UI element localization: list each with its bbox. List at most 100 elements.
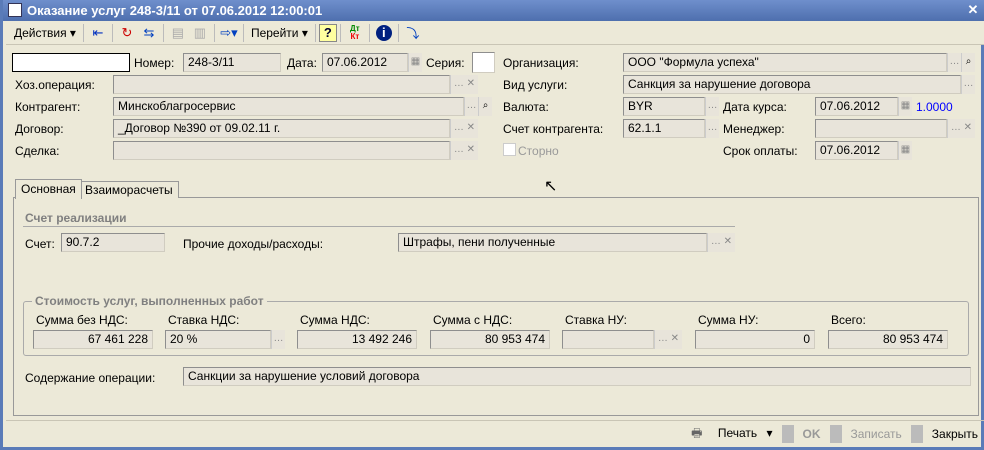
tab-main[interactable]: Основная <box>15 179 82 199</box>
search-icon[interactable]: ⌕ <box>478 97 492 116</box>
divider <box>111 23 113 42</box>
print-button[interactable]: 🖶 Печать ▾ <box>679 424 778 445</box>
actions-menu[interactable]: Действия ▾ <box>10 23 80 43</box>
series-label: Серия: <box>426 56 465 70</box>
deal-field[interactable] <box>113 141 450 160</box>
operation-select-button[interactable]: … ✕ <box>450 75 478 94</box>
cost-column-label: Сумма НУ: <box>698 313 759 327</box>
save-button[interactable]: Записать <box>845 427 908 441</box>
cost-column-field[interactable]: 20 % <box>165 330 271 349</box>
other-select-button[interactable]: … ✕ <box>707 233 735 252</box>
close-window-button[interactable]: ✕ <box>965 2 981 18</box>
printer-icon: 🖶 <box>691 425 703 440</box>
select-button[interactable]: … ✕ <box>654 330 682 349</box>
info-icon[interactable]: i <box>373 23 395 43</box>
series-field[interactable] <box>472 52 495 73</box>
search-icon[interactable]: ⌕ <box>961 53 975 72</box>
org-field[interactable]: ООО "Формула успеха" <box>623 53 947 72</box>
document-exchange-icon[interactable]: ⇆ <box>138 23 160 43</box>
calendar-icon[interactable]: ▦ <box>898 141 912 160</box>
number-label: Номер: <box>134 56 175 70</box>
counterparty-select-button[interactable]: … <box>464 97 478 116</box>
sales-section-title: Счет реализации <box>22 211 130 225</box>
divider <box>314 23 316 42</box>
storno-label: Сторно <box>518 144 559 158</box>
number-field[interactable]: 248-3/11 <box>183 53 281 72</box>
cost-column-field[interactable]: 67 461 228 <box>33 330 153 349</box>
rate-link[interactable]: 1.0000 <box>916 100 953 114</box>
date-field[interactable]: 07.06.2012 <box>322 53 408 72</box>
account-select-button[interactable]: … <box>705 119 719 138</box>
document-left-arrow-icon[interactable]: ⇤ <box>87 23 109 43</box>
deal-label: Сделка: <box>15 144 60 158</box>
refresh-icon[interactable]: ↻ <box>116 23 138 43</box>
service-label: Вид услуги: <box>503 78 568 92</box>
calendar-icon[interactable]: ▦ <box>408 53 422 72</box>
due-field[interactable]: 07.06.2012 <box>815 141 898 160</box>
cost-column-label: Ставка НДС: <box>168 313 240 327</box>
cost-column-label: Сумма с НДС: <box>433 313 513 327</box>
counterparty-label: Контрагент: <box>15 100 81 114</box>
cost-column-label: Сумма без НДС: <box>36 313 128 327</box>
storno-checkbox[interactable] <box>503 143 516 156</box>
contract-label: Договор: <box>15 122 64 136</box>
close-button[interactable]: Закрыть <box>926 427 984 441</box>
help-icon[interactable]: ? <box>318 23 337 42</box>
service-select-button[interactable]: … <box>961 75 975 94</box>
currency-select-button[interactable]: … <box>705 97 719 116</box>
rate-date-field[interactable]: 07.06.2012 <box>815 97 898 116</box>
divider <box>339 23 341 42</box>
divider <box>213 23 215 42</box>
divider <box>829 425 842 443</box>
toolbar: Действия ▾ ⇤ ↻ ⇆ ▤ ▥ ⇨▾ Перейти ▾ ? Дт Кт… <box>6 21 984 45</box>
mouse-cursor-icon: ↖ <box>544 178 558 195</box>
contract-select-button[interactable]: … ✕ <box>450 119 478 138</box>
deal-select-button[interactable]: … ✕ <box>450 141 478 160</box>
select-button[interactable]: … <box>271 330 285 349</box>
divider <box>781 425 794 443</box>
cost-section-title: Стоимость услуг, выполненных работ <box>32 294 267 308</box>
org-label: Организация: <box>503 56 579 70</box>
post-disabled-icon: ▥ <box>193 24 207 40</box>
contract-field[interactable]: _Договор №390 от 09.02.11 г. <box>113 119 450 138</box>
manager-select-button[interactable]: … ✕ <box>947 119 975 138</box>
manager-label: Менеджер: <box>723 122 785 136</box>
operation-field[interactable] <box>113 75 450 94</box>
divider <box>910 425 923 443</box>
rate-date-label: Дата курса: <box>723 100 787 114</box>
dt-kt-icon[interactable]: Дт Кт <box>344 23 366 43</box>
account-label: Счет контрагента: <box>503 122 604 136</box>
document-forward-icon[interactable]: ⇨▾ <box>218 23 240 43</box>
doc-base-field[interactable]: Суд.приказ от 11.11.1 <box>12 53 130 72</box>
cost-column-field[interactable]: 0 <box>695 330 815 349</box>
counterparty-field[interactable]: Минскоблагросервис <box>113 97 464 116</box>
cost-column-field[interactable]: 80 953 474 <box>430 330 550 349</box>
currency-field[interactable]: BYR <box>623 97 705 116</box>
title-bar: Оказание услуг 248-3/11 от 07.06.2012 12… <box>3 0 984 21</box>
document-icon <box>8 3 22 17</box>
document-window: Оказание услуг 248-3/11 от 07.06.2012 12… <box>0 0 984 450</box>
window-title: Оказание услуг 248-3/11 от 07.06.2012 12… <box>27 3 323 18</box>
operation-label: Хоз.операция: <box>15 78 95 92</box>
calendar-icon[interactable]: ▦ <box>898 97 912 116</box>
manager-field[interactable] <box>815 119 947 138</box>
service-field[interactable]: Санкция за нарушение договора <box>623 75 961 94</box>
divider <box>82 23 84 42</box>
other-field[interactable]: Штрафы, пени полученные <box>398 233 707 252</box>
content-field[interactable]: Санкции за нарушение условий договора <box>183 367 971 386</box>
goto-menu[interactable]: Перейти ▾ <box>247 23 312 43</box>
divider <box>368 23 370 42</box>
footer-bar: 🖶 Печать ▾ OK Записать Закрыть <box>6 420 984 447</box>
other-label: Прочие доходы/расходы: <box>183 237 324 251</box>
acc-field[interactable]: 90.7.2 <box>61 233 165 252</box>
date-label: Дата: <box>287 56 317 70</box>
divider <box>242 23 244 42</box>
cost-column-field[interactable]: 13 492 246 <box>297 330 417 349</box>
cost-column-field[interactable]: 80 953 474 <box>828 330 948 349</box>
structure-icon[interactable]: ⤵ <box>402 23 424 43</box>
account-field[interactable]: 62.1.1 <box>623 119 705 138</box>
tab-settlements[interactable]: Взаиморасчеты <box>79 181 179 198</box>
org-select-button[interactable]: … <box>947 53 961 72</box>
ok-button[interactable]: OK <box>797 427 827 441</box>
cost-column-field[interactable] <box>562 330 654 349</box>
